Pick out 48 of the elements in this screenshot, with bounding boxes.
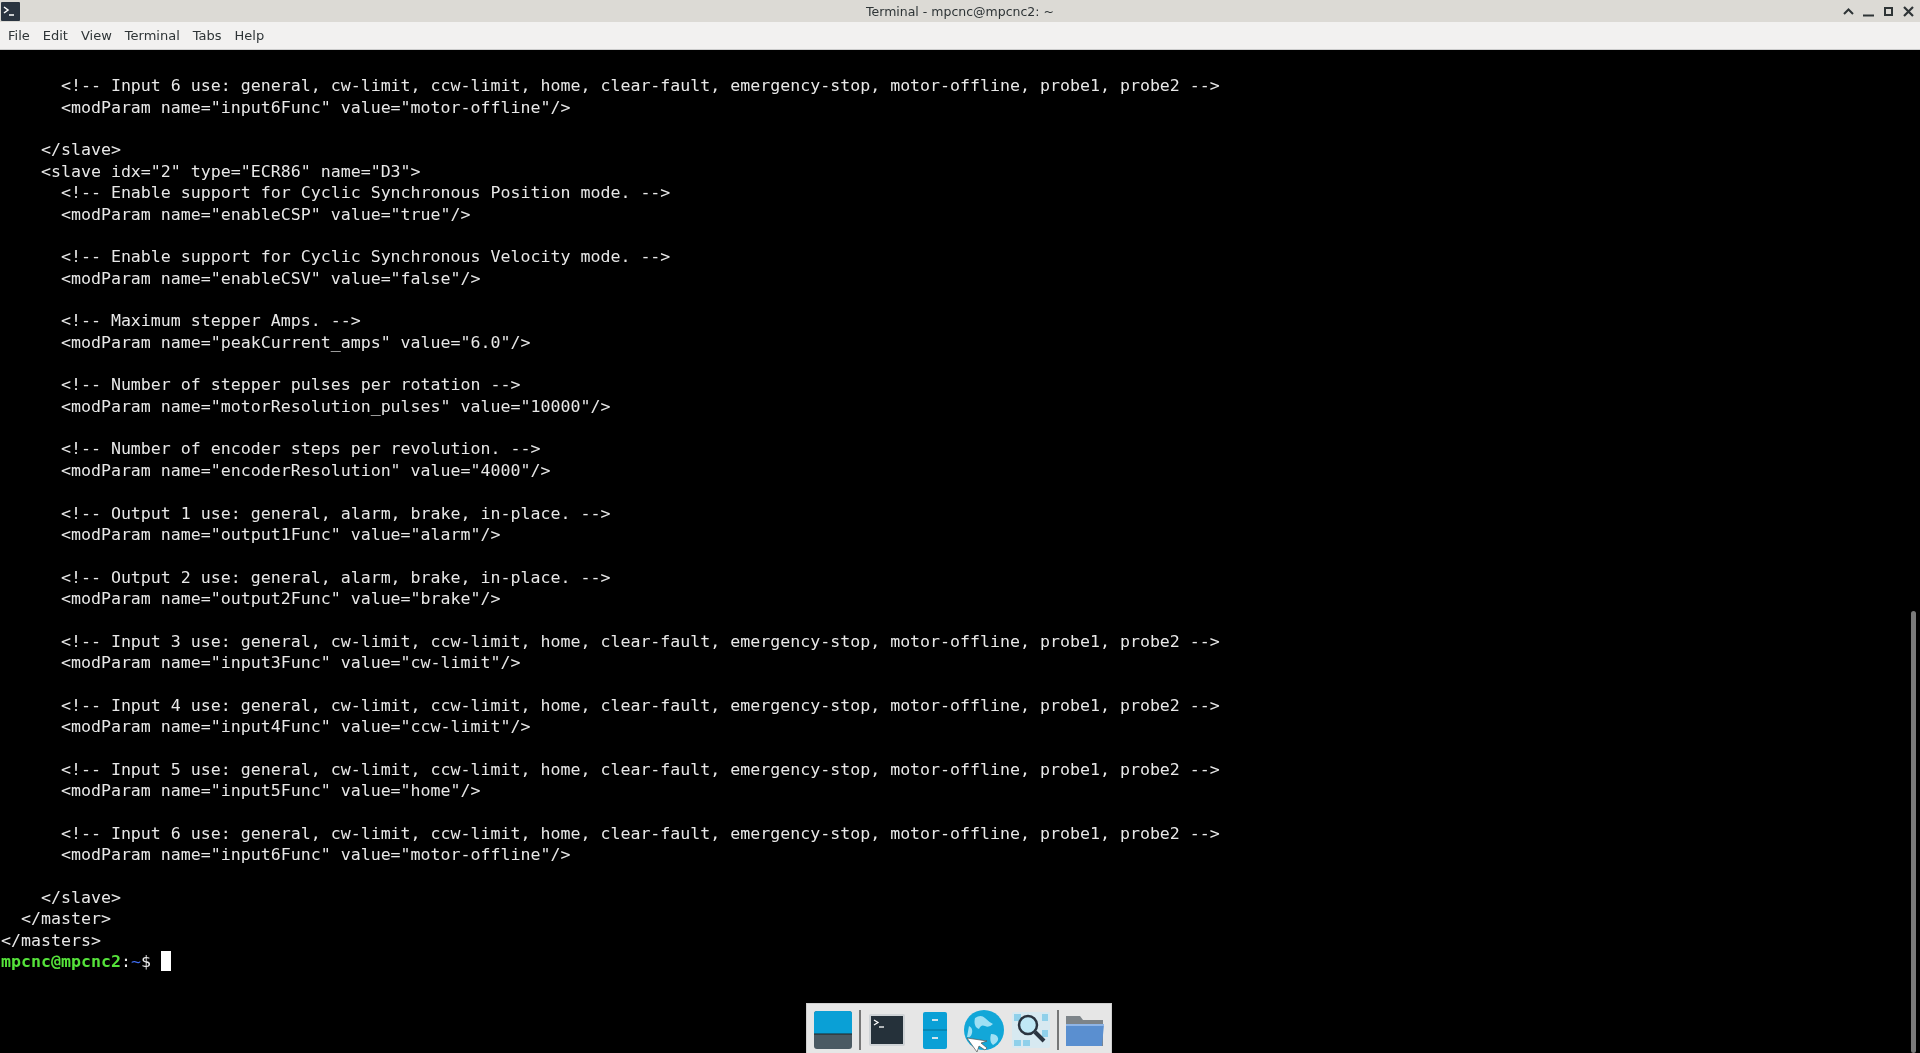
globe-cursor-icon[interactable]	[961, 1008, 1005, 1052]
terminal-line: <modParam name="input4Func" value="ccw-limit"/>	[59, 716, 531, 738]
terminal-line: <!-- Enable support for Cyclic Synchronous Velocity mode. -->	[59, 246, 671, 268]
terminal-line: <!-- Input 6 use: general, cw-limit, ccw-limit, home, clear-fault, emergency-stop, motor-offline, probe1, probe2 -->	[59, 822, 1220, 845]
terminal-line: <modParam name="enableCSV" value="false"/>	[59, 267, 481, 289]
terminal-line: <!-- Input 6 use: general, cw-limit, ccw-limit, home, clear-fault, emergency-stop, motor-offline, probe1, probe2 -->	[59, 75, 1220, 97]
terminal-line: <modParam name="enableCSP" value="true"/>	[59, 203, 471, 225]
close-icon[interactable]	[1903, 5, 1914, 17]
terminal-app-icon	[1, 1, 20, 21]
prompt-user-host: mpcnc@mpcnc2	[1, 951, 121, 973]
terminal-line: <modParam name="input5Func" value="home"/>	[59, 780, 481, 802]
terminal-line: <!-- Maximum stepper Amps. -->	[59, 310, 361, 332]
terminal-line: <modParam name="input3Func" value="cw-limit"/>	[59, 652, 521, 674]
terminal-line: <!-- Output 1 use: general, alarm, brake, in-place. -->	[59, 502, 611, 524]
terminal-line: </slave>	[39, 887, 121, 909]
menu-item[interactable]: Help	[228, 25, 271, 46]
prompt-symbol: $	[140, 951, 151, 973]
terminal-line: <slave idx="2" type="ECR86" name="D3">	[39, 160, 421, 183]
prompt-separator: :	[120, 951, 131, 973]
terminal-line: <modParam name="motorResolution_pulses" value="10000"/>	[59, 395, 611, 418]
menu-item[interactable]: File	[2, 25, 36, 46]
chevron-up-icon[interactable]	[1843, 5, 1854, 17]
text-cursor	[160, 951, 171, 972]
terminal-line: </masters>	[1, 929, 101, 952]
terminal-line: <!-- Input 3 use: general, cw-limit, ccw-limit, home, clear-fault, emergency-stop, motor-offline, probe1, probe2 -->	[59, 630, 1220, 653]
menu-item[interactable]: Edit	[36, 25, 74, 46]
terminal-line: <!-- Input 4 use: general, cw-limit, ccw-limit, home, clear-fault, emergency-stop, motor-offline, probe1, probe2 -->	[59, 694, 1220, 717]
show-desktop-icon[interactable]	[811, 1008, 855, 1052]
terminal-line: <modParam name="input6Func" value="motor-offline"/>	[59, 96, 571, 119]
terminal-line: </master>	[19, 908, 111, 930]
terminal-line: <modParam name="output1Func" value="alarm"/>	[59, 523, 501, 546]
terminal-line: <modParam name="input6Func" value="motor-offline"/>	[59, 844, 571, 866]
terminal-line: <modParam name="peakCurrent_amps" value="6.0"/>	[59, 331, 531, 354]
scrollbar-thumb[interactable]	[1911, 611, 1916, 1053]
terminal-line: </slave>	[39, 139, 121, 161]
terminal-line: <!-- Number of encoder steps per revolution. -->	[59, 438, 541, 460]
terminal-line: <modParam name="output2Func" value="brake"/>	[59, 588, 501, 610]
menu-item[interactable]: Terminal	[118, 25, 186, 46]
terminal-line: <!-- Enable support for Cyclic Synchronous Position mode. -->	[59, 182, 671, 204]
maximize-icon[interactable]	[1883, 5, 1894, 17]
window-title: Terminal - mpcnc@mpcnc2: ~	[866, 3, 1054, 19]
menu-item[interactable]: View	[74, 25, 118, 46]
menu-item[interactable]: Tabs	[186, 25, 228, 46]
terminal-line: <!-- Number of stepper pulses per rotation -->	[59, 374, 521, 396]
terminal-line: <modParam name="encoderResolution" value="4000"/>	[59, 459, 551, 482]
terminal-line: <!-- Input 5 use: general, cw-limit, ccw-limit, home, clear-fault, emergency-stop, motor-offline, probe1, probe2 -->	[59, 758, 1220, 781]
terminal-line: <!-- Output 2 use: general, alarm, brake, in-place. -->	[59, 566, 611, 588]
prompt-path: ~	[130, 951, 141, 973]
